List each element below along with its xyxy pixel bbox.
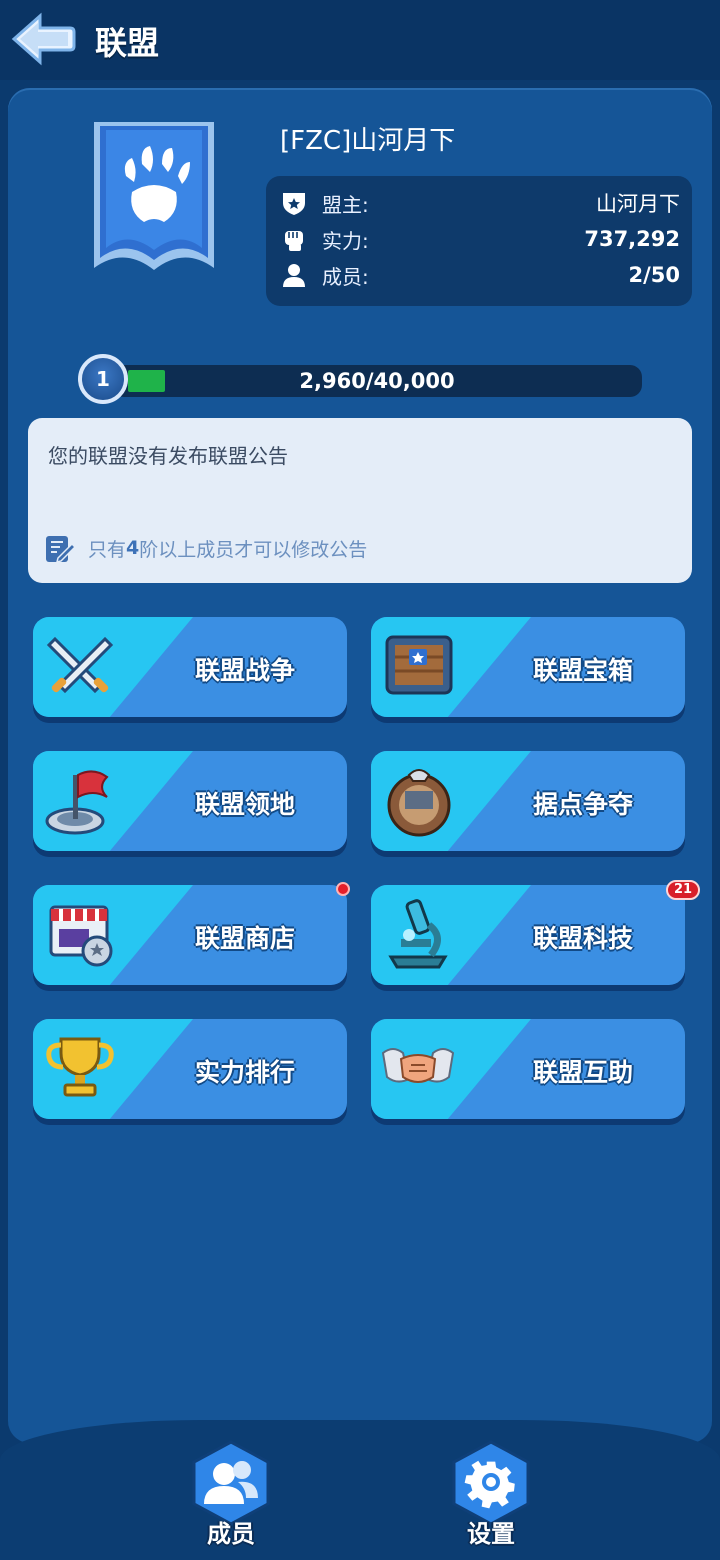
settings-nav-label: 设置 xyxy=(467,1520,515,1548)
alliance-war-label: 联盟战争 xyxy=(194,656,295,685)
stronghold-battle-button[interactable]: 据点争夺 xyxy=(371,751,685,851)
trophy-icon xyxy=(46,1037,114,1097)
page-title: 联盟 xyxy=(95,24,160,62)
power-ranking-label: 实力排行 xyxy=(194,1058,295,1087)
flag-territory-icon xyxy=(45,770,109,835)
back-arrow-icon xyxy=(11,12,76,66)
alliance-tech-label: 联盟科技 xyxy=(532,924,633,953)
alliance-territory-button[interactable]: 联盟领地 xyxy=(33,751,347,851)
alliance-tech-button[interactable]: 联盟科技 xyxy=(371,885,685,985)
tech-count-badge: 21 xyxy=(666,880,701,900)
members-nav-label: 成员 xyxy=(207,1520,255,1548)
edit-icon xyxy=(46,536,76,564)
alliance-info-box: 盟主: 山河月下 实力: 737,292 成员: 2/50 xyxy=(266,176,692,306)
alliance-chest-button[interactable]: 联盟宝箱 xyxy=(371,617,685,717)
notice-hint-number: 4 xyxy=(126,537,140,559)
alliance-shop-button[interactable]: 联盟商店 xyxy=(33,885,347,985)
shop-notification-dot xyxy=(336,882,350,896)
stronghold-battle-label: 据点争夺 xyxy=(532,790,633,819)
info-row-leader: 盟主: 山河月下 xyxy=(280,188,680,218)
alliance-level-badge: 1 xyxy=(78,354,128,404)
members-nav-button[interactable]: 成员 xyxy=(186,1440,276,1550)
crossed-swords-icon xyxy=(46,636,114,694)
members-label: 成员: xyxy=(322,264,369,289)
microscope-icon xyxy=(388,899,448,969)
info-row-members: 成员: 2/50 xyxy=(280,260,680,290)
alliance-help-button[interactable]: 联盟互助 xyxy=(371,1019,685,1119)
alliance-notice[interactable]: 您的联盟没有发布联盟公告 只有 4 阶以上成员才可以修改公告 xyxy=(28,418,692,583)
notice-hint-after: 阶以上成员才可以修改公告 xyxy=(139,538,368,561)
leader-label: 盟主: xyxy=(322,192,369,217)
stronghold-icon xyxy=(387,769,451,837)
progress-track: 2,960/40,000 xyxy=(112,365,642,397)
notice-text: 您的联盟没有发布联盟公告 xyxy=(48,444,288,468)
shop-icon xyxy=(49,905,113,967)
notice-hint: 只有 4 阶以上成员才可以修改公告 xyxy=(44,532,367,564)
power-value: 737,292 xyxy=(584,227,680,251)
alliance-chest-label: 联盟宝箱 xyxy=(532,656,633,685)
handshake-icon xyxy=(381,1048,455,1083)
treasure-chest-icon xyxy=(385,635,453,695)
leader-shield-icon xyxy=(283,193,305,215)
alliance-banner-icon xyxy=(94,122,214,270)
info-row-power: 实力: 737,292 xyxy=(280,224,680,254)
alliance-war-button[interactable]: 联盟战争 xyxy=(33,617,347,717)
alliance-exp-progress: 2,960/40,000 1 xyxy=(78,354,644,404)
top-bar: 联盟 xyxy=(0,0,720,80)
alliance-help-label: 联盟互助 xyxy=(532,1058,633,1087)
power-label: 实力: xyxy=(322,228,369,253)
alliance-name: [FZC]山河月下 xyxy=(280,126,456,156)
settings-nav-button[interactable]: 设置 xyxy=(446,1440,536,1550)
progress-text: 2,960/40,000 xyxy=(299,369,455,393)
alliance-shop-label: 联盟商店 xyxy=(194,924,295,953)
member-icon xyxy=(283,264,305,287)
power-ranking-button[interactable]: 实力排行 xyxy=(33,1019,347,1119)
leader-value: 山河月下 xyxy=(596,192,680,216)
back-button[interactable] xyxy=(10,12,76,66)
members-value: 2/50 xyxy=(628,263,680,287)
fist-icon xyxy=(285,231,303,251)
notice-hint-before: 只有 xyxy=(88,538,127,561)
alliance-territory-label: 联盟领地 xyxy=(194,790,295,819)
bottom-nav-bar xyxy=(0,1420,720,1560)
